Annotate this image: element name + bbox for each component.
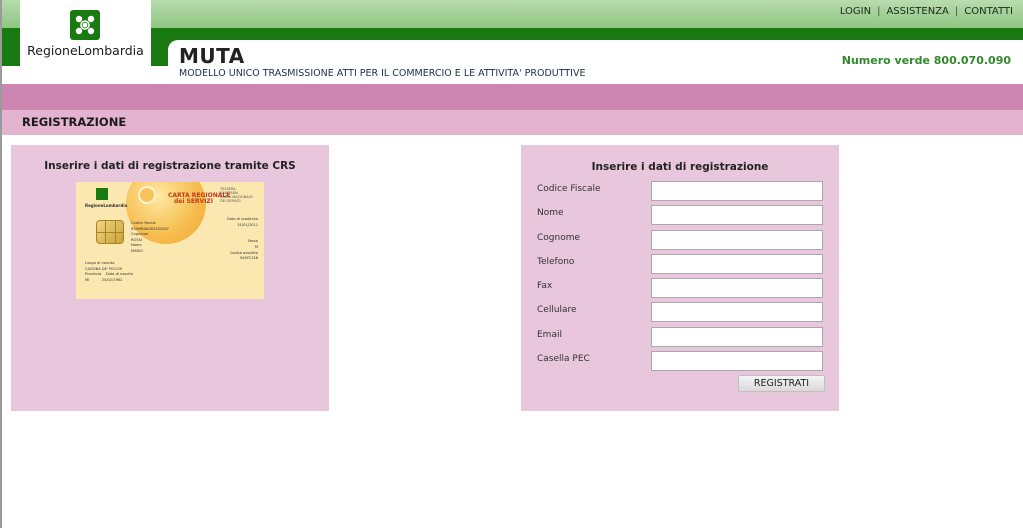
- cognome-input[interactable]: [651, 230, 823, 250]
- email-input[interactable]: [651, 327, 823, 347]
- section-title: REGISTRAZIONE: [22, 115, 127, 129]
- nome-label: Nome: [537, 208, 564, 218]
- crs-card-image[interactable]: RegioneLombardia CARTA REGIONALE dei SER…: [76, 182, 264, 299]
- card-ts-text: TESSERA SANITARIA CARTA NAZIONALE DEI SE…: [220, 187, 260, 203]
- top-links: LOGIN | ASSISTENZA | CONTATTI: [834, 6, 1019, 17]
- logo-text: RegioneLombardia: [27, 43, 144, 58]
- page: LOGIN | ASSISTENZA | CONTATTI RegioneLom…: [0, 0, 1023, 528]
- card-field: MI 25/02/1962: [85, 277, 123, 282]
- telefono-label: Telefono: [537, 257, 575, 267]
- form-row-fax: Fax: [537, 278, 827, 298]
- form-row-email: Email: [537, 327, 827, 347]
- app-title: MUTA: [179, 44, 245, 68]
- card-logo-icon: [96, 188, 108, 200]
- card-logo-text: RegioneLombardia: [85, 203, 128, 208]
- card-ts-line: DEI SERVIZI: [220, 199, 241, 203]
- telefono-input[interactable]: [651, 254, 823, 274]
- top-bar: LOGIN | ASSISTENZA | CONTATTI: [2, 0, 1023, 28]
- registration-panel: Inserire i dati di registrazione Codice …: [521, 145, 839, 411]
- cognome-label: Cognome: [537, 233, 581, 243]
- pink-band: [2, 84, 1023, 110]
- card-field: MARIO: [131, 248, 143, 253]
- card-chip-icon: [96, 220, 124, 244]
- app-subtitle: MODELLO UNICO TRASMISSIONE ATTI PER IL C…: [179, 68, 586, 79]
- casella-pec-label: Casella PEC: [537, 354, 590, 364]
- title-box: MUTA MODELLO UNICO TRASMISSIONE ATTI PER…: [168, 40, 1023, 84]
- casella-pec-input[interactable]: [651, 351, 823, 371]
- card-decoration: [138, 186, 156, 204]
- form-row-telefono: Telefono: [537, 254, 827, 274]
- form-row-casella-pec: Casella PEC: [537, 351, 827, 371]
- toll-free-number: Numero verde 800.070.090: [841, 54, 1011, 67]
- cellulare-input[interactable]: [651, 302, 823, 322]
- codice-fiscale-input[interactable]: [651, 181, 823, 201]
- card-fields-left: Codice fiscale RSSMRA62B25E205Y Cognome …: [131, 221, 169, 255]
- fax-input[interactable]: [651, 278, 823, 298]
- section-bar: REGISTRAZIONE: [2, 110, 1023, 135]
- card-fields-bottom: Luogo di nascita CASSINA DE' PECCHI Prov…: [85, 261, 133, 283]
- form-row-cellulare: Cellulare: [537, 302, 827, 322]
- form-row-nome: Nome: [537, 205, 827, 225]
- assistenza-link[interactable]: ASSISTENZA: [880, 6, 954, 17]
- crs-panel: Inserire i dati di registrazione tramite…: [11, 145, 329, 411]
- card-fields-right: Data di scadenza 31/01/2011 Sesso M Codi…: [216, 217, 258, 262]
- card-field: 544YC156: [239, 256, 258, 261]
- login-link[interactable]: LOGIN: [834, 6, 877, 17]
- cellulare-label: Cellulare: [537, 305, 577, 315]
- codice-fiscale-label: Codice Fiscale: [537, 184, 601, 194]
- regione-lombardia-logo[interactable]: RegioneLombardia: [20, 0, 151, 66]
- crs-panel-title: Inserire i dati di registrazione tramite…: [44, 160, 296, 172]
- contatti-link[interactable]: CONTATTI: [958, 6, 1019, 17]
- form-row-codice-fiscale: Codice Fiscale: [537, 181, 827, 201]
- card-field: Provincia Data di nascita: [85, 272, 133, 277]
- form-row-cognome: Cognome: [537, 230, 827, 250]
- rosa-camuna-icon: [70, 10, 100, 40]
- nome-input[interactable]: [651, 205, 823, 225]
- email-label: Email: [537, 330, 562, 340]
- fax-label: Fax: [537, 281, 553, 291]
- registration-panel-title: Inserire i dati di registrazione: [591, 161, 769, 173]
- registrati-button[interactable]: REGISTRATI: [738, 375, 825, 392]
